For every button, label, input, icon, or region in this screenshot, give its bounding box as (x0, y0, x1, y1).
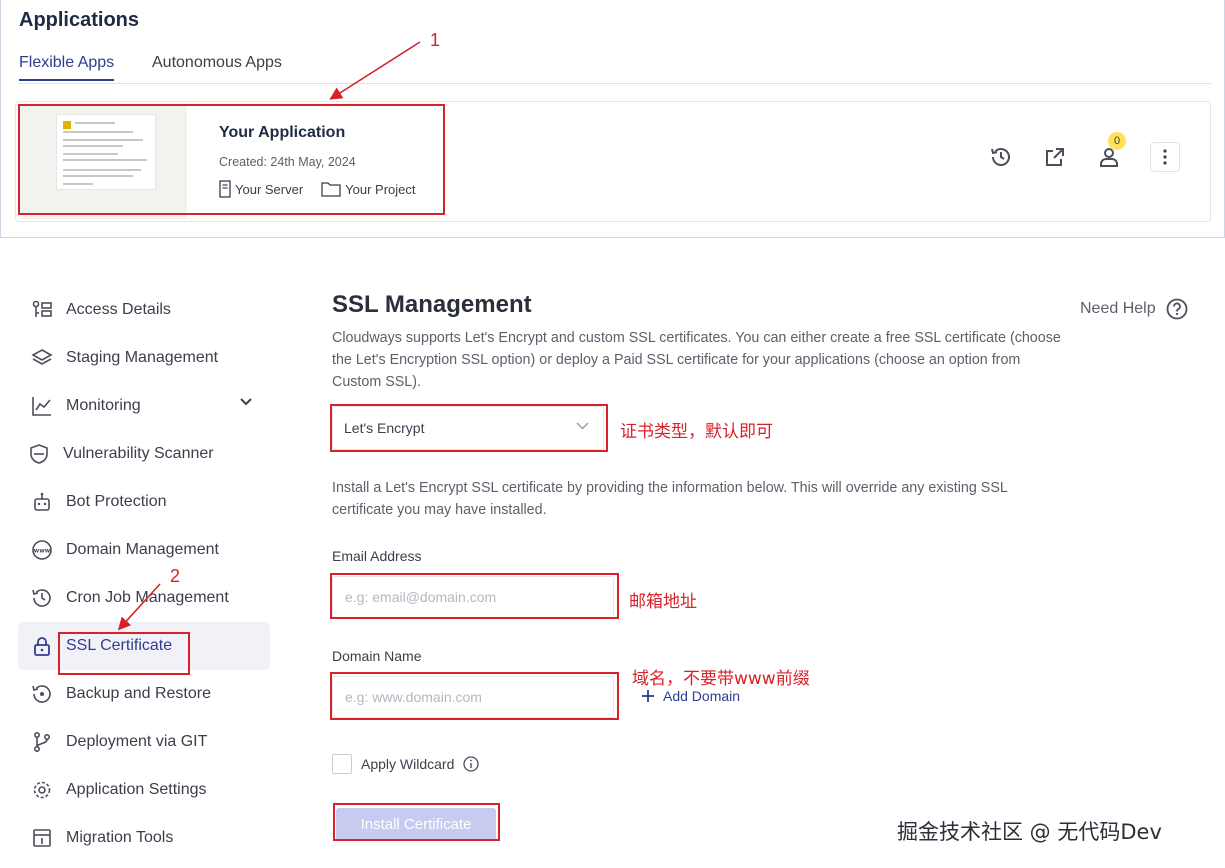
robot-icon (31, 491, 53, 513)
git-branch-icon (31, 731, 53, 753)
card-actions: 0 (988, 132, 1180, 172)
sidebar-item-label: Deployment via GIT (66, 733, 208, 750)
annotation-note-domain: 域名，不要带www前缀 (632, 669, 810, 689)
app-tabs: Flexible Apps Autonomous Apps (19, 54, 1211, 84)
annotation-marker-1: 1 (430, 30, 441, 50)
sidebar-item-label: Backup and Restore (66, 685, 211, 702)
highlight-ssl-certificate (58, 632, 190, 675)
annotation-note-ssl-type: 证书类型，默认即可 (620, 422, 773, 442)
more-vertical-icon (1163, 149, 1167, 165)
sidebar-item-label: Vulnerability Scanner (63, 445, 214, 462)
more-options-button[interactable] (1150, 142, 1180, 172)
layers-icon (31, 347, 53, 369)
apply-wildcard-checkbox[interactable] (332, 754, 352, 774)
add-domain-button[interactable]: Add Domain (642, 688, 740, 704)
lock-icon (31, 635, 53, 657)
page-title: Applications (19, 9, 140, 31)
sidebar-item-application-settings[interactable]: Application Settings (18, 766, 270, 814)
ssl-intro-text: Cloudways supports Let's Encrypt and cus… (332, 330, 1061, 390)
app-sidebar: Access Details Staging Management Monito… (18, 286, 270, 862)
sidebar-item-label: Staging Management (66, 349, 219, 366)
sidebar-item-label: Access Details (66, 301, 171, 318)
gear-icon (31, 779, 53, 801)
sidebar-item-cron-job-management[interactable]: Cron Job Management (18, 574, 270, 622)
sidebar-item-vulnerability-scanner[interactable]: Vulnerability Scanner (18, 430, 270, 478)
highlight-application-card (18, 104, 445, 215)
highlight-domain-field (330, 672, 619, 720)
sidebar-item-label: Application Settings (66, 781, 207, 798)
sidebar-item-bot-protection[interactable]: Bot Protection (18, 478, 270, 526)
sidebar-item-label: Cron Job Management (66, 589, 229, 606)
history-icon[interactable] (988, 144, 1014, 170)
shield-scan-icon (28, 443, 50, 465)
sidebar-item-monitoring[interactable]: Monitoring (18, 382, 270, 430)
add-domain-label: Add Domain (663, 688, 741, 704)
www-icon: www (31, 539, 53, 561)
need-help-link[interactable]: Need Help (1080, 298, 1188, 320)
external-link-icon[interactable] (1042, 144, 1068, 170)
tab-autonomous-apps[interactable]: Autonomous Apps (152, 54, 282, 79)
sidebar-item-staging-management[interactable]: Staging Management (18, 334, 270, 382)
question-circle-icon (1166, 298, 1188, 320)
install-info-text: Install a Let's Encrypt SSL certificate … (332, 480, 1008, 518)
highlight-email-field (330, 573, 619, 619)
tab-flexible-apps[interactable]: Flexible Apps (19, 54, 115, 81)
clock-history-icon (31, 587, 53, 609)
sidebar-item-label: Bot Protection (66, 493, 167, 510)
sidebar-item-backup-and-restore[interactable]: Backup and Restore (18, 670, 270, 718)
collaborator-count-badge: 0 (1108, 132, 1126, 150)
sidebar-item-label: Monitoring (66, 397, 141, 414)
sidebar-item-domain-management[interactable]: www Domain Management (18, 526, 270, 574)
highlight-install-button (333, 803, 500, 841)
backup-icon (31, 683, 53, 705)
sidebar-item-label: Domain Management (66, 541, 219, 558)
sidebar-item-migration-tools[interactable]: Migration Tools (18, 814, 270, 862)
svg-text:www: www (34, 548, 51, 555)
access-details-icon (31, 299, 53, 321)
apply-wildcard-label: Apply Wildcard (361, 756, 455, 772)
chevron-down-icon[interactable] (240, 398, 252, 406)
highlight-ssl-type-select (330, 404, 608, 452)
annotation-note-email: 邮箱地址 (629, 592, 697, 612)
apply-wildcard-option: Apply Wildcard (332, 754, 480, 774)
sidebar-item-deployment-via-git[interactable]: Deployment via GIT (18, 718, 270, 766)
chart-line-icon (31, 395, 53, 417)
sidebar-item-access-details[interactable]: Access Details (18, 286, 270, 334)
plus-icon (642, 690, 654, 702)
migration-icon (31, 827, 53, 849)
domain-label: Domain Name (332, 648, 422, 664)
email-label: Email Address (332, 548, 422, 564)
sidebar-item-label: Migration Tools (66, 829, 174, 846)
watermark: 掘金技术社区 @ 无代码Dev (897, 820, 1162, 844)
section-title: SSL Management (332, 291, 532, 318)
need-help-label: Need Help (1080, 300, 1156, 317)
user-icon[interactable]: 0 (1096, 132, 1126, 170)
annotation-marker-2: 2 (170, 566, 181, 586)
info-icon[interactable] (463, 756, 480, 772)
